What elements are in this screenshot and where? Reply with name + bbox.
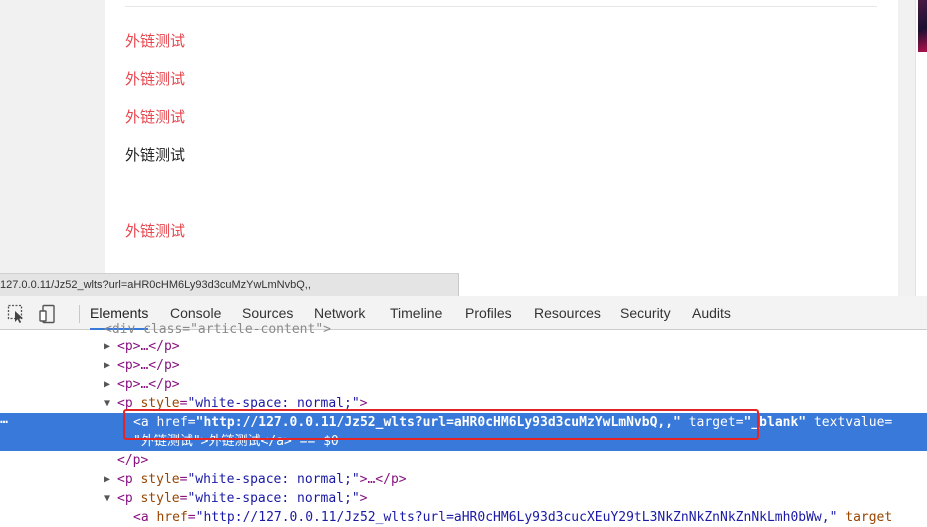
page-viewport: 外链测试 外链测试 外链测试 外链测试 外链测试 127.0.0.11/Jz52… <box>0 0 927 296</box>
sidebar-card <box>915 0 927 296</box>
expand-triangle-icon[interactable]: ▶ <box>104 375 110 394</box>
dom-row-p-collapsed-2[interactable]: ▶ <p>…</p> <box>0 356 927 375</box>
dom-tree: <div class="article-content"> ▶ <p>…</p>… <box>0 322 927 527</box>
dom-row-selected-anchor-text[interactable]: "外链测试">外链测试</a> == $0 <box>0 432 927 451</box>
external-link-3[interactable]: 外链测试 <box>125 108 185 126</box>
more-actions-icon[interactable]: ⋯ <box>0 413 8 432</box>
dom-row-p-styled-expanded[interactable]: ▼ <p style="white-space: normal;"> <box>0 489 927 508</box>
dom-row-p-styled-collapsed[interactable]: ▶ <p style="white-space: normal;">…</p> <box>0 470 927 489</box>
expand-triangle-icon[interactable]: ▶ <box>104 470 110 489</box>
external-link-5[interactable]: 外链测试 <box>125 222 185 240</box>
expand-triangle-icon[interactable]: ▶ <box>104 356 110 375</box>
article-divider <box>125 6 877 7</box>
external-link-1[interactable]: 外链测试 <box>125 32 185 50</box>
collapse-triangle-icon[interactable]: ▼ <box>104 394 110 413</box>
sidebar-thumbnail[interactable] <box>918 0 927 52</box>
dom-row-p-expanded[interactable]: ▼ <p style="white-space: normal;"> <box>0 394 927 413</box>
external-link-2[interactable]: 外链测试 <box>125 70 185 88</box>
dom-row-p-collapsed-1[interactable]: ▶ <p>…</p> <box>0 337 927 356</box>
external-link-4[interactable]: 外链测试 <box>125 146 185 164</box>
collapse-triangle-icon[interactable]: ▼ <box>104 489 110 508</box>
dom-row-anchor-2[interactable]: <a href="http://127.0.0.11/Jz52_wlts?url… <box>0 508 927 527</box>
status-bar-url: 127.0.0.11/Jz52_wlts?url=aHR0cHM6Ly93d3c… <box>0 273 459 296</box>
dom-row-p-collapsed-3[interactable]: ▶ <p>…</p> <box>0 375 927 394</box>
dom-row-p-close[interactable]: </p> <box>0 451 927 470</box>
expand-triangle-icon[interactable]: ▶ <box>104 337 110 356</box>
dom-row-selected-anchor[interactable]: ⋯ <a href="http://127.0.0.11/Jz52_wlts?u… <box>0 413 927 432</box>
devtools-panel: Elements Console Sources Network Timelin… <box>0 296 927 527</box>
article-card: 外链测试 外链测试 外链测试 外链测试 外链测试 <box>105 0 898 296</box>
